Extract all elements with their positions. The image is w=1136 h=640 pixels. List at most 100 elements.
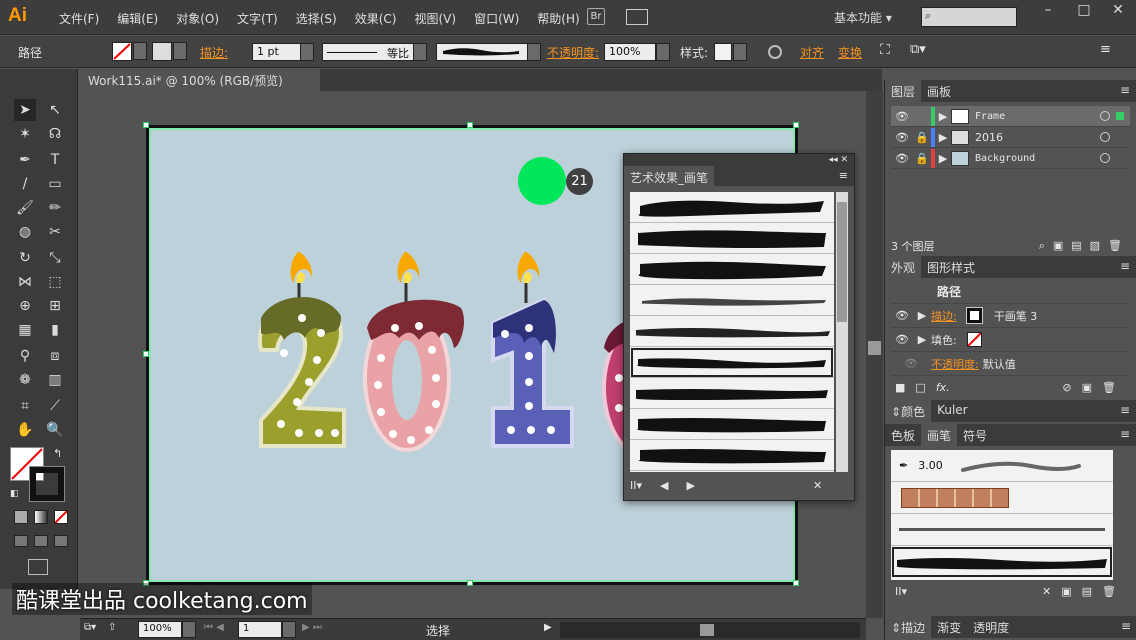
visibility-eye-icon[interactable]: 👁	[891, 357, 931, 370]
rectangle-tool-icon[interactable]: ▭	[44, 173, 66, 195]
opacity-field[interactable]: 100%	[604, 43, 656, 61]
zoom-dropdown[interactable]	[182, 621, 196, 638]
menu-window[interactable]: 窗口(W)	[465, 10, 528, 27]
graphic-style-swatch[interactable]	[714, 43, 732, 61]
close-button[interactable]: ✕	[1100, 0, 1136, 22]
scissors-tool-icon[interactable]: ✂	[44, 221, 66, 243]
artboard-number-field[interactable]: 1	[238, 621, 282, 638]
lock-icon[interactable]: 🔒	[913, 131, 931, 144]
selection-handle[interactable]	[467, 580, 473, 586]
expand-arrow-icon[interactable]: ▶	[935, 131, 951, 144]
brush-dropdown[interactable]	[527, 43, 541, 61]
stroke-label[interactable]: 描边:	[200, 44, 228, 61]
stroke-dropdown[interactable]	[173, 42, 187, 60]
variable-width-profile[interactable]: 等比	[322, 43, 414, 61]
scale-tool-icon[interactable]: ⤡	[44, 247, 66, 269]
shape-builder-tool-icon[interactable]: ⊕	[14, 295, 36, 317]
menu-effect[interactable]: 效果(C)	[346, 10, 406, 27]
selection-handle[interactable]	[793, 580, 799, 586]
menu-select[interactable]: 选择(S)	[287, 10, 346, 27]
brush-item[interactable]: ✒ 3.00	[891, 450, 1113, 482]
draw-behind-icon[interactable]	[34, 535, 48, 547]
profile-dropdown[interactable]	[413, 43, 427, 61]
brush-item[interactable]	[630, 192, 834, 223]
tab-layers[interactable]: 图层	[885, 80, 922, 102]
transform-link[interactable]: 变换	[838, 44, 862, 61]
lasso-tool-icon[interactable]: ☊	[44, 123, 66, 145]
workspace-switcher[interactable]: 基本功能 ▾	[834, 9, 892, 26]
opacity-link[interactable]: 不透明度:	[931, 356, 979, 372]
visibility-eye-icon[interactable]: 👁	[891, 131, 913, 144]
opacity-label[interactable]: 不透明度:	[547, 44, 599, 61]
layer-row[interactable]: 👁 🔒 ▶ 2016	[891, 127, 1130, 148]
tab-kuler[interactable]: Kuler	[931, 400, 974, 422]
selection-handle[interactable]	[793, 122, 799, 128]
fill-swatch[interactable]	[112, 42, 132, 61]
next-library-icon[interactable]: ▶	[686, 479, 694, 492]
lock-icon[interactable]: 🔒	[913, 152, 931, 165]
maximize-button[interactable]: □	[1066, 0, 1102, 22]
tab-gradient[interactable]: 渐变	[931, 616, 967, 638]
minimize-button[interactable]: –	[1030, 0, 1066, 22]
menu-help[interactable]: 帮助(H)	[528, 10, 588, 27]
canvas-horizontal-scrollbar[interactable]	[560, 622, 860, 638]
expand-arrow-icon[interactable]: ▶	[935, 152, 951, 165]
remove-brush-stroke-icon[interactable]: ✕	[813, 479, 822, 492]
menu-edit[interactable]: 编辑(E)	[108, 10, 167, 27]
magic-wand-tool-icon[interactable]: ✶	[14, 123, 36, 145]
expand-arrow-icon[interactable]: ▶	[913, 333, 931, 346]
control-menu-icon[interactable]: ≡	[1100, 42, 1111, 57]
brush-item[interactable]	[630, 409, 834, 440]
brush-library-tab[interactable]: 艺术效果_画笔	[624, 166, 715, 186]
stroke-swatch[interactable]	[965, 307, 983, 324]
library-menu-icon[interactable]: ⅠⅠ▾	[630, 479, 642, 492]
tab-graphic-styles[interactable]: 图形样式	[921, 256, 981, 278]
zoom-field[interactable]: 100%	[138, 621, 182, 638]
menu-file[interactable]: 文件(F)	[50, 10, 108, 27]
layer-name[interactable]: Background	[975, 153, 1035, 164]
panel-menu-icon[interactable]: ≡	[833, 166, 854, 186]
tab-transparency[interactable]: 透明度	[967, 616, 1015, 638]
screen-mode-icon[interactable]	[28, 559, 48, 575]
paintbrush-tool-icon[interactable]: 🖌	[14, 197, 36, 219]
draw-normal-icon[interactable]	[14, 535, 28, 547]
share-icon[interactable]: ⇧	[108, 622, 116, 633]
tab-artboards[interactable]: 画板	[921, 80, 957, 102]
rotate-tool-icon[interactable]: ↻	[14, 247, 36, 269]
brush-list-scrollbar[interactable]	[836, 192, 848, 472]
brush-item[interactable]	[630, 223, 834, 254]
brush-item[interactable]	[630, 440, 834, 471]
brush-item-selected[interactable]	[891, 546, 1113, 578]
symbol-sprayer-tool-icon[interactable]: ❁	[14, 369, 36, 391]
appearance-stroke-row[interactable]: 👁 ▶ 描边: 干画笔 3	[891, 304, 1130, 328]
zoom-tool-icon[interactable]: 🔍	[44, 419, 66, 441]
pen-tool-icon[interactable]: ✒	[14, 149, 36, 171]
width-tool-icon[interactable]: ⋈	[14, 271, 36, 293]
panel-menu-icon[interactable]: ≡	[1115, 616, 1136, 638]
tab-color[interactable]: ⇕颜色	[885, 400, 932, 422]
layer-name[interactable]: Frame	[975, 111, 1005, 122]
brush-item[interactable]	[891, 482, 1113, 514]
brush-item[interactable]	[630, 285, 834, 316]
menu-object[interactable]: 对象(O)	[167, 10, 228, 27]
brush-item[interactable]	[630, 378, 834, 409]
pencil-tool-icon[interactable]: ✏	[44, 197, 66, 219]
hand-tool-icon[interactable]: ✋	[14, 419, 36, 441]
selection-handle[interactable]	[143, 351, 149, 357]
document-tab[interactable]: Work115.ai* @ 100% (RGB/预览)	[80, 69, 320, 91]
draw-inside-icon[interactable]	[54, 535, 68, 547]
mesh-tool-icon[interactable]: ▦	[14, 319, 36, 341]
target-icon[interactable]	[1100, 132, 1110, 142]
search-input[interactable]: ⌕	[921, 7, 1017, 27]
perspective-grid-tool-icon[interactable]: ⊞	[44, 295, 66, 317]
tab-appearance[interactable]: 外观	[885, 256, 922, 278]
blend-tool-icon[interactable]: ⧈	[44, 345, 66, 367]
panel-menu-icon[interactable]: ≡	[1114, 424, 1136, 446]
fill-swatch[interactable]	[966, 332, 982, 347]
panel-collapse-icon[interactable]: ◂◂ ✕	[624, 154, 854, 166]
align-link[interactable]: 对齐	[800, 44, 824, 61]
selection-handle[interactable]	[143, 122, 149, 128]
fx-button[interactable]: fx.	[936, 381, 950, 394]
stroke-link[interactable]: 描边:	[931, 308, 957, 324]
canvas-vertical-scrollbar[interactable]	[866, 91, 883, 618]
